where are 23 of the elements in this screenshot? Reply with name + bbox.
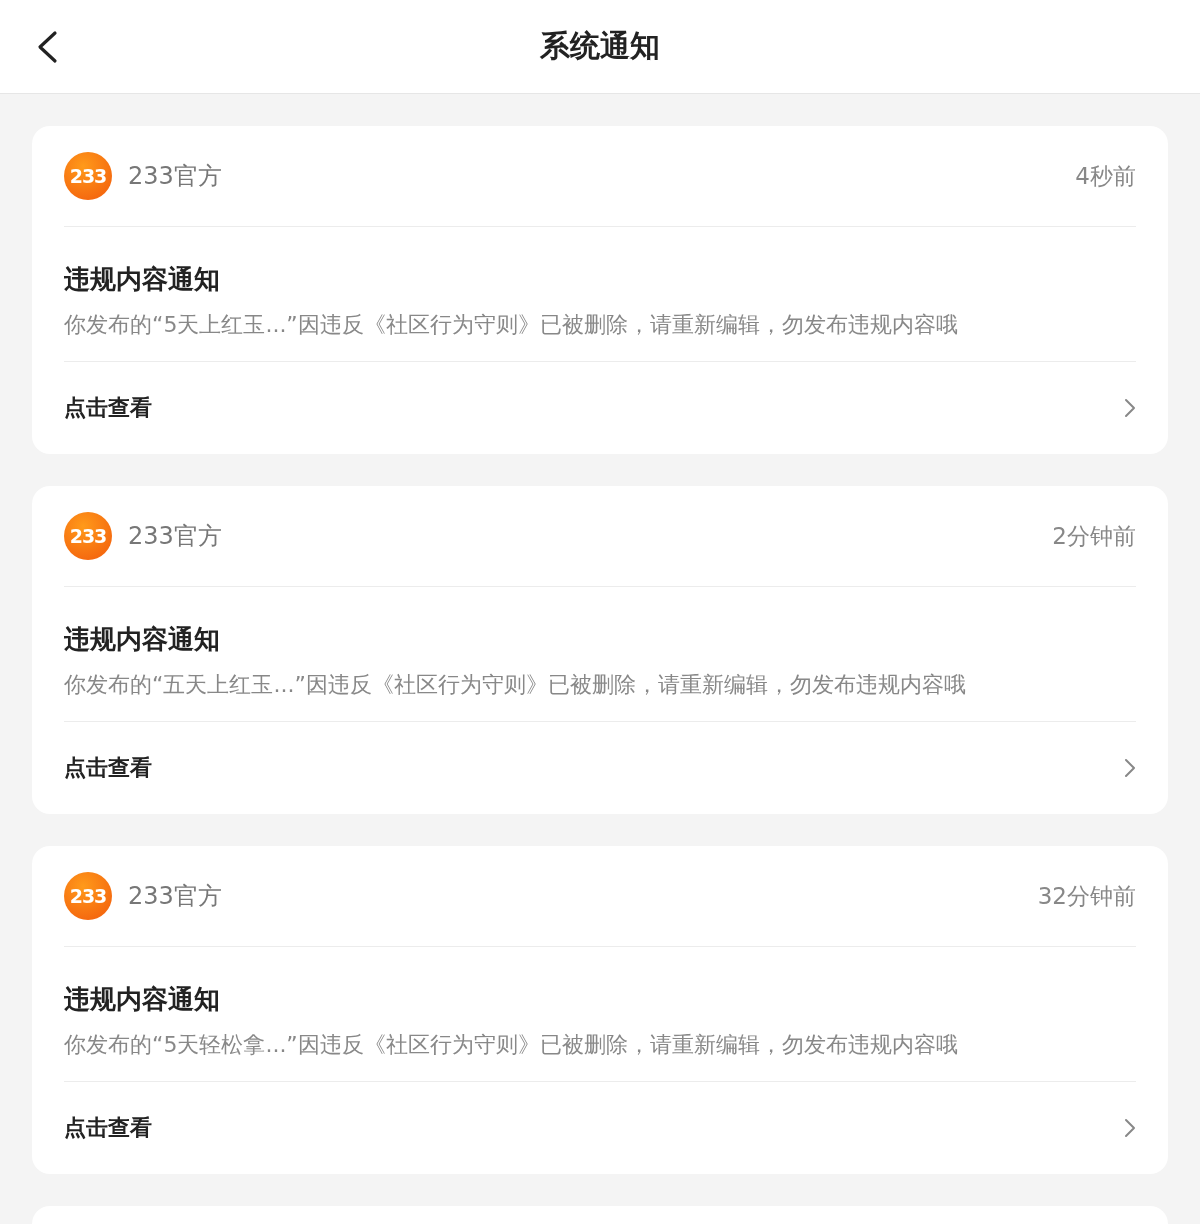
logo-icon: 233 [64, 152, 112, 200]
logo-icon: 233 [64, 512, 112, 560]
view-link[interactable]: 点击查看 [64, 362, 1136, 454]
chevron-icon [1124, 398, 1136, 418]
chevron-icon [1124, 758, 1136, 778]
sender-name: 233官方 [128, 521, 222, 552]
page-title: 系统通知 [540, 27, 660, 65]
notification-title: 违规内容通知 [64, 263, 221, 296]
notification-title: 违规内容通知 [64, 623, 221, 656]
notification-body: 你发布的“5天上红玉...”因违反《社区行为守则》已被删除，请重新编辑，勿发布违规内容哦 [64, 311, 959, 339]
logo-icon: 233 [64, 872, 112, 920]
chevron-icon [1124, 1118, 1136, 1138]
view-link[interactable]: 点击查看 [64, 722, 1136, 814]
timestamp: 2分钟前 [1052, 521, 1136, 551]
notification-body: 你发布的“5天轻松拿...”因违反《社区行为守则》已被删除，请重新编辑，勿发布违规内容哦 [64, 1031, 959, 1059]
timestamp: 32分钟前 [1037, 881, 1136, 911]
notification-body: 你发布的“五天上红玉...”因违反《社区行为守则》已被删除，请重新编辑，勿发布违规内容哦 [64, 671, 967, 699]
sender-name: 233官方 [128, 881, 222, 912]
view-link[interactable]: 点击查看 [64, 1082, 1136, 1174]
notification-title: 违规内容通知 [64, 983, 221, 1016]
back-icon[interactable] [36, 30, 58, 64]
sender-name: 233官方 [128, 161, 222, 192]
timestamp: 4秒前 [1075, 161, 1136, 191]
